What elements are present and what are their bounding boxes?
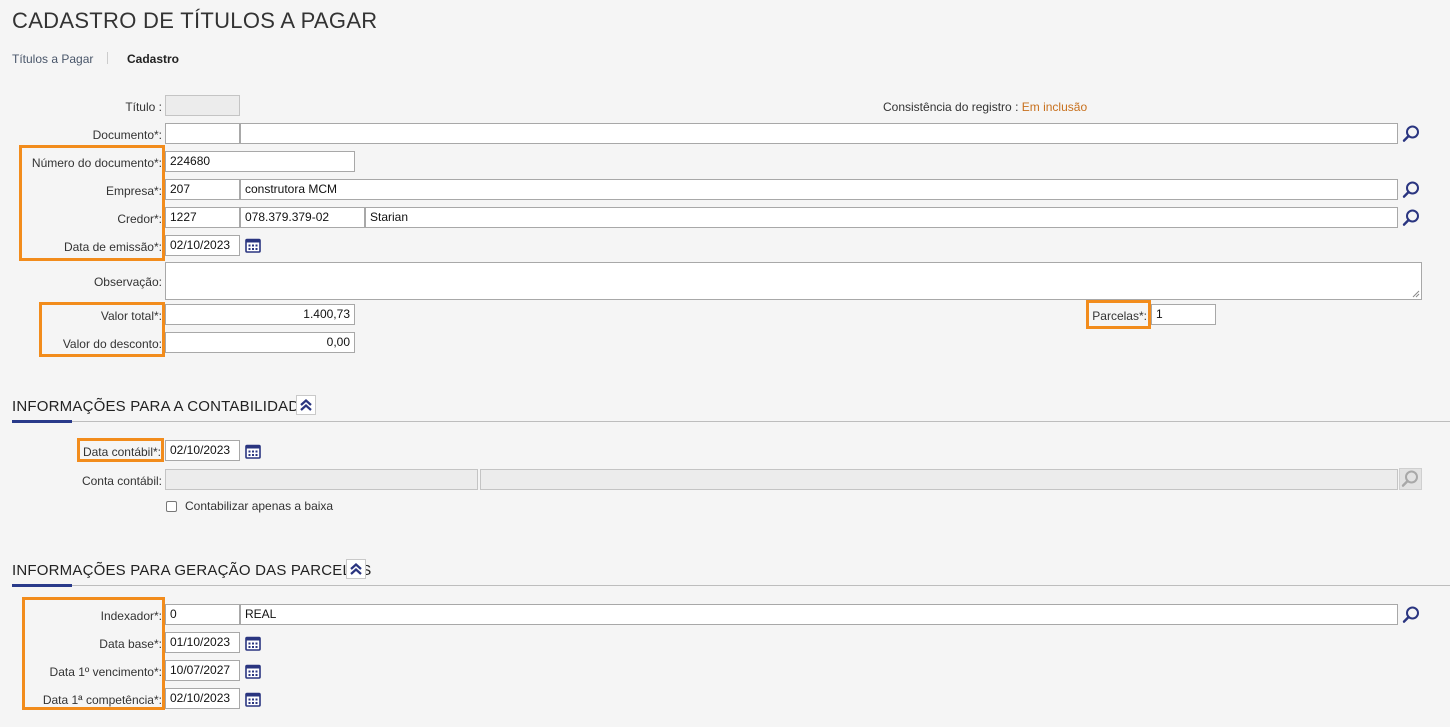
titulo-label: Título :: [125, 100, 162, 114]
collapse-parcelas-button[interactable]: [346, 559, 366, 579]
conta-contabil-desc-input: [480, 469, 1398, 490]
indexador-name-input[interactable]: REAL: [240, 604, 1398, 625]
conta-contabil-code-input: [165, 469, 478, 490]
titulo-field: [165, 95, 240, 116]
documento-label: Documento*:: [92, 128, 162, 142]
conta-search-button[interactable]: [1399, 468, 1422, 490]
highlight-box-data-contabil: [77, 438, 164, 462]
chevron-double-up-icon: [350, 563, 362, 575]
conta-contabil-label: Conta contábil:: [81, 474, 162, 488]
parcelas-input[interactable]: 1: [1151, 304, 1216, 325]
calendar-icon[interactable]: [245, 691, 261, 707]
data-emissao-input[interactable]: 02/10/2023: [165, 235, 240, 256]
empresa-code-input[interactable]: 207: [165, 179, 240, 200]
resize-handle-icon[interactable]: [1412, 290, 1420, 298]
credor-doc-input[interactable]: 078.379.379-02: [240, 207, 365, 228]
calendar-icon[interactable]: [245, 663, 261, 679]
highlight-box-documento: [19, 145, 165, 261]
chevron-double-up-icon: [300, 399, 312, 411]
numero-documento-input[interactable]: 224680: [165, 151, 355, 172]
search-icon[interactable]: [1401, 124, 1421, 144]
calendar-icon[interactable]: [245, 635, 261, 651]
indexador-code-input[interactable]: 0: [165, 604, 240, 625]
breadcrumb-separator: [107, 52, 108, 64]
empresa-name-input[interactable]: construtora MCM: [240, 179, 1398, 200]
collapse-contabilidade-button[interactable]: [296, 395, 316, 415]
section-accent: [12, 420, 72, 423]
data-base-input[interactable]: 01/10/2023: [165, 632, 240, 653]
data-contabil-input[interactable]: 02/10/2023: [165, 440, 240, 461]
highlight-box-valores: [39, 302, 165, 357]
page-title: CADASTRO DE TÍTULOS A PAGAR: [12, 8, 378, 33]
section-title-contabilidade: INFORMAÇÕES PARA A CONTABILIDADE: [12, 398, 310, 415]
credor-name-input[interactable]: Starian: [365, 207, 1398, 228]
consistencia-label: Consistência do registro :: [883, 100, 1019, 114]
search-icon: [1401, 470, 1418, 487]
observacao-textarea[interactable]: [165, 262, 1422, 300]
documento-desc-input[interactable]: [240, 123, 1398, 144]
breadcrumb-parent[interactable]: Títulos a Pagar: [12, 52, 93, 66]
data-competencia-input[interactable]: 02/10/2023: [165, 688, 240, 709]
consistencia-status: Em inclusão: [1021, 100, 1088, 114]
valor-desconto-input[interactable]: 0,00: [165, 332, 355, 353]
breadcrumb-current: Cadastro: [127, 52, 180, 66]
data-vencimento-input[interactable]: 10/07/2027: [165, 660, 240, 681]
section-divider: [12, 421, 1450, 422]
search-icon[interactable]: [1401, 180, 1421, 200]
search-icon[interactable]: [1401, 605, 1421, 625]
contabilizar-baixa-checkbox[interactable]: [166, 501, 177, 512]
highlight-box-parcelas: [1086, 300, 1151, 329]
highlight-box-parcelas-info: [22, 597, 165, 710]
calendar-icon[interactable]: [245, 237, 261, 253]
observacao-label: Observação:: [93, 275, 162, 289]
search-icon[interactable]: [1401, 208, 1421, 228]
section-title-parcelas: INFORMAÇÕES PARA GERAÇÃO DAS PARCELAS: [12, 562, 372, 579]
credor-code-input[interactable]: 1227: [165, 207, 240, 228]
section-divider: [12, 585, 1450, 586]
calendar-icon[interactable]: [245, 443, 261, 459]
valor-total-input[interactable]: 1.400,73: [165, 304, 355, 325]
consistencia: Consistência do registro : Em inclusão: [883, 100, 1087, 114]
documento-code-input[interactable]: [165, 123, 240, 144]
section-accent: [12, 584, 72, 587]
contabilizar-baixa-label[interactable]: Contabilizar apenas a baixa: [185, 499, 333, 513]
